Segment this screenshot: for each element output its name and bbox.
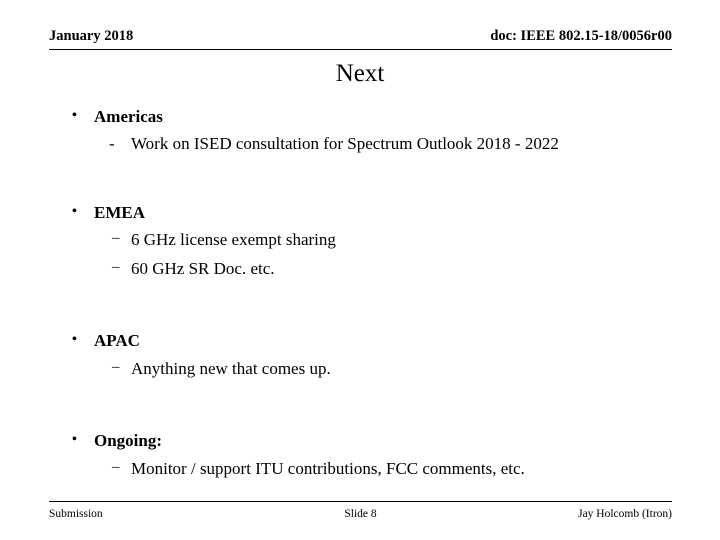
slide-body: • Americas - Work on ISED consultation f… — [56, 104, 666, 498]
bullet-block-americas: • Americas - Work on ISED consultation f… — [56, 104, 666, 159]
bullet-label: Americas — [94, 107, 163, 126]
bullet-icon: • — [72, 332, 77, 348]
dash-icon: – — [112, 230, 120, 247]
bullet-icon: • — [72, 432, 77, 448]
header-document-id: doc: IEEE 802.15-18/0056r00 — [490, 28, 672, 44]
footer-divider — [49, 501, 672, 502]
sub-bullet-item: – Monitor / support ITU contributions, F… — [56, 455, 666, 484]
slide-footer: Slide 8 Submission Jay Holcomb (Itron) — [49, 508, 672, 528]
dash-icon: – — [112, 458, 120, 475]
bullet-item-apac: • APAC — [56, 328, 666, 354]
bullet-icon: • — [72, 108, 77, 123]
bullet-block-apac: • APAC – Anything new that comes up. — [56, 328, 666, 383]
dash-icon: - — [109, 134, 115, 154]
bullet-item-emea: • EMEA — [56, 200, 666, 226]
sub-bullet-label: 60 GHz SR Doc. etc. — [131, 258, 275, 278]
footer-author: Jay Holcomb (Itron) — [578, 508, 672, 520]
bullet-label: APAC — [94, 331, 140, 351]
bullet-label: Ongoing: — [94, 431, 163, 451]
bullet-block-ongoing: • Ongoing: – Monitor / support ITU contr… — [56, 428, 666, 483]
sub-bullet-label: Work on ISED consultation for Spectrum O… — [131, 134, 559, 154]
dash-icon: – — [112, 258, 120, 275]
page-title: Next — [335, 60, 385, 87]
sub-bullet-label: Anything new that comes up. — [131, 358, 331, 378]
sub-bullet-item: – 60 GHz SR Doc. etc. — [56, 255, 666, 284]
header-date: January 2018 — [49, 28, 134, 44]
dash-icon: – — [112, 358, 120, 375]
sub-bullet-item: - Work on ISED consultation for Spectrum… — [56, 130, 666, 159]
sub-bullet-label: 6 GHz license exempt sharing — [131, 230, 336, 250]
sub-bullet-item: – 6 GHz license exempt sharing — [56, 226, 666, 255]
header-divider — [49, 49, 672, 50]
footer-submission: Submission — [49, 508, 103, 520]
slide: January 2018 doc: IEEE 802.15-18/0056r00… — [0, 0, 720, 540]
bullet-item-americas: • Americas — [56, 104, 666, 130]
bullet-icon: • — [72, 203, 77, 219]
slide-header: January 2018 doc: IEEE 802.15-18/0056r00 — [49, 28, 672, 50]
bullet-block-emea: • EMEA – 6 GHz license exempt sharing – … — [56, 200, 666, 283]
sub-bullet-item: – Anything new that comes up. — [56, 355, 666, 384]
bullet-label: EMEA — [94, 202, 145, 222]
sub-bullet-label: Monitor / support ITU contributions, FCC… — [131, 458, 525, 478]
bullet-item-ongoing: • Ongoing: — [56, 428, 666, 454]
